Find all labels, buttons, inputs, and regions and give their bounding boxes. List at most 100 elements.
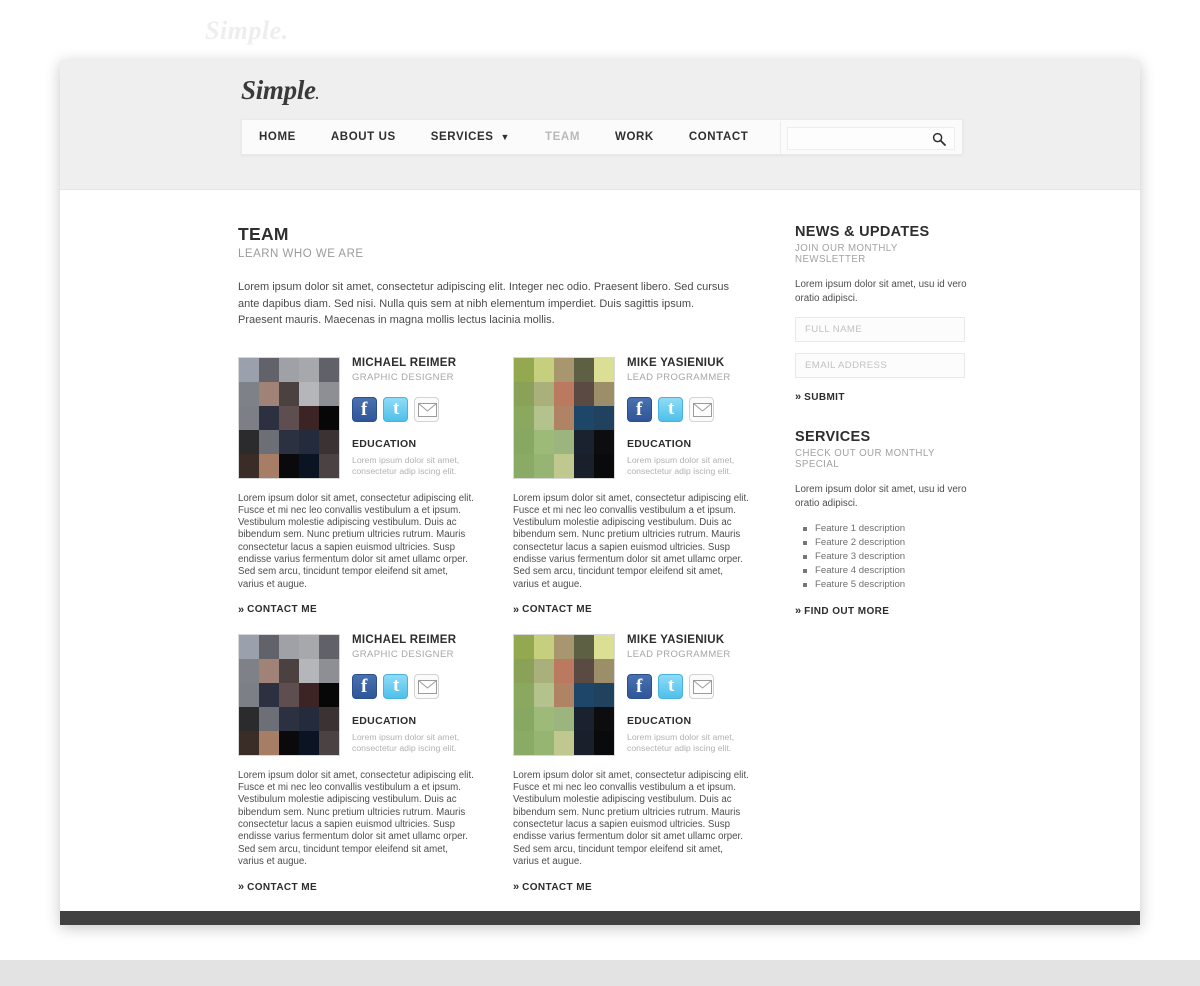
submit-label: SUBMIT: [804, 391, 845, 403]
nav-item-about-us[interactable]: ABOUT US: [331, 131, 396, 143]
nav-item-team[interactable]: TEAM: [545, 131, 580, 143]
main-content: TEAM LEARN WHO WE ARE Lorem ipsum dolor …: [238, 224, 758, 911]
mosaic-cell: [594, 381, 614, 406]
mosaic-cell: [239, 658, 259, 683]
facebook-icon[interactable]: [627, 673, 652, 699]
mosaic-cell: [299, 357, 319, 382]
contact-me-label: CONTACT ME: [247, 604, 318, 616]
mosaic-cell: [594, 429, 614, 454]
mosaic-cell: [534, 381, 554, 406]
email-icon[interactable]: [414, 396, 439, 422]
email-icon[interactable]: [689, 673, 714, 699]
nav-item-home[interactable]: HOME: [259, 131, 296, 143]
mosaic-cell: [554, 658, 574, 683]
mosaic-cell: [514, 381, 534, 406]
education-label: EDUCATION: [627, 437, 692, 450]
member-bio: Lorem ipsum dolor sit amet, consectetur …: [513, 492, 749, 590]
nav-item-services[interactable]: SERVICES ▼: [431, 131, 510, 143]
services-block: SERVICES CHECK OUT OUR MONTHLY SPECIAL L…: [795, 429, 967, 617]
search-input[interactable]: [788, 127, 926, 149]
mosaic-cell: [534, 658, 554, 683]
site-logo[interactable]: Simple.: [241, 75, 319, 106]
email-address-field[interactable]: [795, 353, 965, 378]
member-header: MICHAEL REIMER GRAPHIC DESIGNER EDUCA: [238, 633, 476, 756]
email-icon[interactable]: [689, 396, 714, 422]
mosaic-cell: [239, 405, 259, 430]
mosaic-cell: [594, 730, 614, 755]
mosaic-cell: [239, 706, 259, 731]
facebook-icon[interactable]: [352, 396, 377, 422]
member-header: MIKE YASIENIUK LEAD PROGRAMMER EDUCAT: [513, 633, 751, 756]
member-photo: [513, 633, 615, 756]
mosaic-cell: [319, 706, 339, 731]
mosaic-cell: [534, 730, 554, 755]
mosaic-cell: [299, 730, 319, 755]
contact-me-link[interactable]: » CONTACT ME: [513, 881, 751, 893]
contact-me-label: CONTACT ME: [247, 881, 318, 893]
facebook-icon[interactable]: [627, 396, 652, 422]
intro-paragraph: Lorem ipsum dolor sit amet, consectetur …: [238, 281, 729, 326]
services-feature-list: Feature 1 description Feature 2 descript…: [795, 522, 967, 592]
mosaic-cell: [574, 453, 594, 478]
mosaic-cell: [259, 658, 279, 683]
mosaic-cell: [554, 357, 574, 382]
education-body: Lorem ipsum dolor sit amet, consectetur …: [627, 731, 735, 753]
member-bio: Lorem ipsum dolor sit amet, consectetur …: [238, 769, 474, 867]
find-out-more-link[interactable]: » FIND OUT MORE: [795, 605, 967, 617]
email-address-input[interactable]: [796, 354, 964, 377]
submit-button[interactable]: » SUBMIT: [795, 391, 967, 403]
twitter-icon[interactable]: [383, 673, 408, 699]
mosaic-cell: [514, 634, 534, 659]
member-header: MIKE YASIENIUK LEAD PROGRAMMER EDUCAT: [513, 356, 751, 479]
double-chevron-icon: »: [513, 603, 519, 616]
mosaic-cell: [574, 381, 594, 406]
mosaic-cell: [574, 706, 594, 731]
mosaic-cell: [534, 706, 554, 731]
full-name-field[interactable]: [795, 317, 965, 342]
mosaic-cell: [574, 405, 594, 430]
mosaic-cell: [319, 730, 339, 755]
mosaic-cell: [594, 634, 614, 659]
mosaic-cell: [239, 453, 259, 478]
services-body: Lorem ipsum dolor sit amet, usu id vero …: [795, 484, 967, 509]
search-icon[interactable]: [932, 132, 946, 146]
mosaic-cell: [299, 658, 319, 683]
mosaic-cell: [514, 730, 534, 755]
member-header: MICHAEL REIMER GRAPHIC DESIGNER EDUCA: [238, 356, 476, 479]
search-box[interactable]: [787, 126, 955, 150]
twitter-icon[interactable]: [658, 396, 683, 422]
mosaic-cell: [319, 405, 339, 430]
member-name: MIKE YASIENIUK: [627, 633, 725, 646]
bottom-band: [0, 960, 1200, 986]
mosaic-cell: [239, 381, 259, 406]
member-role: GRAPHIC DESIGNER: [352, 648, 454, 660]
education-label: EDUCATION: [352, 437, 417, 450]
member-info: MICHAEL REIMER GRAPHIC DESIGNER EDUCA: [352, 634, 476, 756]
double-chevron-icon: »: [795, 605, 801, 617]
sidebar: NEWS & UPDATES JOIN OUR MONTHLY NEWSLETT…: [795, 224, 967, 643]
mosaic-cell: [299, 706, 319, 731]
contact-me-link[interactable]: » CONTACT ME: [238, 604, 476, 616]
member-bio: Lorem ipsum dolor sit amet, consectetur …: [513, 769, 749, 867]
mosaic-cell: [514, 429, 534, 454]
twitter-icon[interactable]: [383, 396, 408, 422]
mosaic-cell: [299, 405, 319, 430]
email-icon[interactable]: [414, 673, 439, 699]
facebook-icon[interactable]: [352, 673, 377, 699]
nav-item-work[interactable]: WORK: [615, 131, 654, 143]
contact-me-label: CONTACT ME: [522, 604, 593, 616]
member-info: MIKE YASIENIUK LEAD PROGRAMMER EDUCAT: [627, 634, 751, 756]
contact-me-link[interactable]: » CONTACT ME: [238, 881, 476, 893]
nav-item-contact[interactable]: CONTACT: [689, 131, 749, 143]
mosaic-cell: [534, 453, 554, 478]
full-name-input[interactable]: [796, 318, 964, 341]
contact-me-link[interactable]: » CONTACT ME: [513, 604, 751, 616]
twitter-icon[interactable]: [658, 673, 683, 699]
member-name: MICHAEL REIMER: [352, 356, 457, 369]
mosaic-cell: [554, 730, 574, 755]
mosaic-cell: [279, 453, 299, 478]
mosaic-cell: [594, 706, 614, 731]
mosaic-cell: [574, 682, 594, 707]
member-photo: [513, 356, 615, 479]
mosaic-cell: [239, 357, 259, 382]
